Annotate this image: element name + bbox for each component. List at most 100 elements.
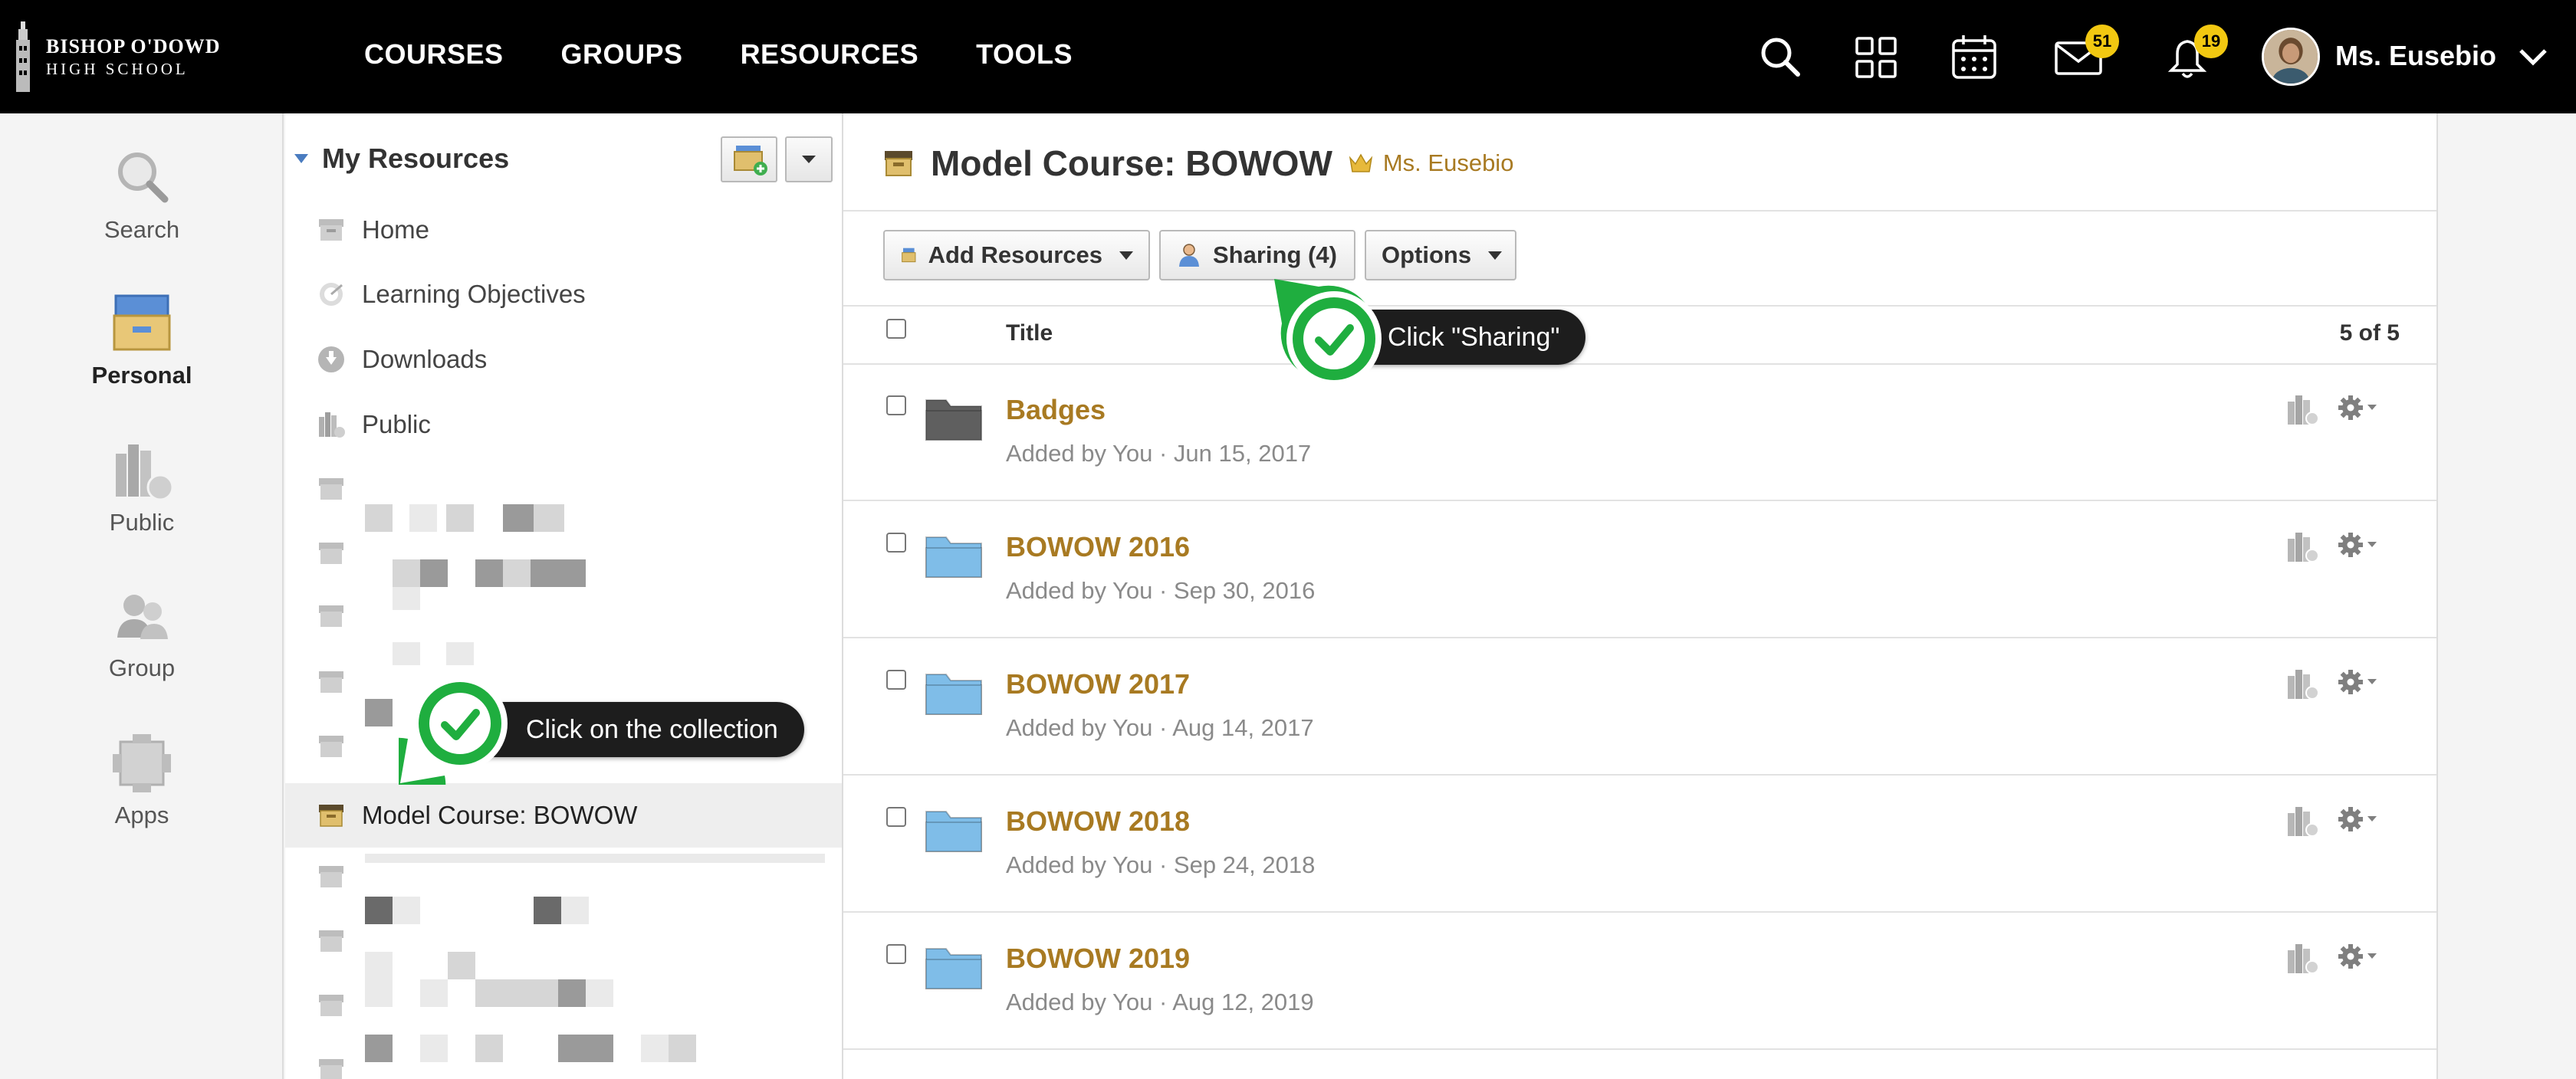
collection-box-icon — [319, 736, 343, 757]
row-title-link[interactable]: BOWOW 2016 — [1006, 531, 1190, 563]
my-resources-header[interactable]: My Resources — [294, 143, 509, 175]
options-label: Options — [1382, 241, 1472, 268]
nav-resources[interactable]: RESOURCES — [741, 38, 919, 71]
rail-search-label: Search — [104, 216, 180, 243]
apps-puzzle-icon — [113, 734, 171, 792]
rail-public[interactable]: Public — [0, 438, 284, 536]
public-library-icon[interactable] — [2285, 392, 2320, 428]
row-checkbox[interactable] — [886, 807, 906, 827]
right-gutter — [2438, 113, 2576, 1079]
user-share-icon — [1179, 244, 1199, 267]
collapse-triangle-icon — [294, 154, 308, 163]
callout-collection-text: Click on the collection — [526, 715, 778, 744]
collection-box-icon — [319, 605, 343, 627]
resource-item-learning-objectives[interactable]: Learning Objectives — [316, 271, 586, 317]
nav-tools[interactable]: TOOLS — [976, 38, 1073, 71]
notifications-bell-icon[interactable]: 19 — [2160, 25, 2228, 84]
gear-icon[interactable] — [2337, 667, 2383, 697]
collection-detail: Model Course: BOWOW Ms. Eusebio Add Reso… — [843, 113, 2438, 1079]
rail-apps[interactable]: Apps — [0, 731, 284, 829]
resource-item-model-course[interactable]: Model Course: BOWOW — [316, 792, 637, 838]
sharing-label: Sharing (4) — [1213, 241, 1337, 268]
crown-icon — [1349, 153, 1373, 172]
collection-menu-dropdown[interactable] — [785, 136, 833, 182]
collection-box-icon — [319, 805, 343, 827]
row-title-link[interactable]: BOWOW 2017 — [1006, 668, 1190, 700]
rail-group-label: Group — [108, 654, 176, 681]
row-checkbox[interactable] — [886, 395, 906, 415]
row-meta: Added by You · Aug 14, 2017 — [1006, 714, 1314, 741]
row-checkbox[interactable] — [886, 533, 906, 553]
my-resources-title: My Resources — [322, 143, 510, 174]
rail-search[interactable]: Search — [0, 146, 284, 244]
callout-sharing-text: Click "Sharing" — [1388, 323, 1560, 352]
collection-box-icon — [902, 248, 916, 263]
row-title-link[interactable]: BOWOW 2019 — [1006, 943, 1190, 975]
gear-icon[interactable] — [2337, 804, 2383, 835]
row-title-link[interactable]: BOWOW 2018 — [1006, 805, 1190, 838]
resource-item-label: Model Course: BOWOW — [362, 801, 638, 829]
public-library-icon — [116, 444, 174, 501]
resource-item-label: Downloads — [362, 345, 488, 373]
collection-box-icon — [885, 151, 912, 176]
folder-icon — [925, 948, 982, 989]
avatar[interactable] — [2262, 28, 2320, 86]
top-bar: BISHOP O'DOWD HIGH SCHOOL COURSES GROUPS… — [0, 0, 2576, 113]
row-checkbox[interactable] — [886, 670, 906, 690]
gear-icon[interactable] — [2337, 530, 2383, 560]
item-count: 5 of 5 — [2339, 320, 2400, 346]
table-row[interactable]: BOWOW 2018 Added by You · Sep 24, 2018 — [843, 776, 2436, 913]
add-collection-icon — [734, 146, 767, 175]
notifications-badge: 19 — [2194, 25, 2228, 58]
resource-item-public[interactable]: Public — [316, 402, 431, 448]
rail-group[interactable]: Group — [0, 584, 284, 682]
nav-courses[interactable]: COURSES — [364, 38, 504, 71]
group-people-icon — [117, 595, 168, 639]
gear-icon[interactable] — [2337, 941, 2383, 972]
nav-groups[interactable]: GROUPS — [561, 38, 683, 71]
page-title: Model Course: BOWOW — [931, 143, 1332, 183]
row-title-link[interactable]: Badges — [1006, 394, 1106, 426]
resource-item-home[interactable]: Home — [316, 207, 429, 253]
chevron-down-icon[interactable] — [2515, 38, 2551, 75]
table-row[interactable]: BOWOW 2019 Added by You · Aug 12, 2019 — [843, 913, 2436, 1050]
checkmark-marker-icon — [1274, 279, 1382, 386]
collection-header: Model Course: BOWOW Ms. Eusebio — [882, 143, 1513, 184]
resource-item-label: Public — [362, 410, 431, 438]
public-library-icon[interactable] — [2285, 667, 2320, 702]
rail-personal[interactable]: Personal — [0, 291, 284, 389]
magnifier-icon — [118, 153, 169, 203]
left-rail: Search Personal Public Group Apps — [0, 113, 284, 1079]
public-library-icon[interactable] — [2285, 804, 2320, 839]
divider — [843, 210, 2436, 212]
owner-link[interactable]: Ms. Eusebio — [1383, 149, 1514, 177]
row-meta: Added by You · Sep 30, 2016 — [1006, 577, 1316, 604]
collection-box-icon — [319, 219, 343, 241]
column-header-title[interactable]: Title — [1006, 320, 1053, 346]
download-icon — [318, 346, 344, 372]
apps-grid-icon[interactable] — [1849, 31, 1903, 84]
search-icon[interactable] — [1754, 31, 1808, 84]
row-checkbox[interactable] — [886, 944, 906, 964]
table-row[interactable]: Badges Added by You · Jun 15, 2017 — [843, 365, 2436, 501]
gear-icon[interactable] — [2337, 392, 2383, 423]
select-all-checkbox[interactable] — [886, 319, 906, 339]
calendar-icon[interactable] — [1947, 31, 2001, 84]
add-collection-button[interactable] — [721, 136, 777, 182]
table-row[interactable]: BOWOW 2016 Added by You · Sep 30, 2016 — [843, 502, 2436, 638]
user-name[interactable]: Ms. Eusebio — [2335, 40, 2496, 72]
options-button[interactable]: Options — [1365, 230, 1516, 280]
folder-icon — [925, 811, 982, 852]
sharing-button[interactable]: Sharing (4) — [1159, 230, 1355, 280]
table-row[interactable]: BOWOW 2017 Added by You · Aug 14, 2017 — [843, 639, 2436, 776]
school-logo[interactable]: BISHOP O'DOWD HIGH SCHOOL — [14, 21, 228, 92]
add-resources-label: Add Resources — [928, 241, 1102, 268]
resource-item-downloads[interactable]: Downloads — [316, 336, 487, 382]
school-name-line1: BISHOP O'DOWD — [46, 35, 221, 57]
messages-icon[interactable]: 51 — [2052, 25, 2119, 84]
add-resources-button[interactable]: Add Resources — [883, 230, 1150, 280]
public-library-icon[interactable] — [2285, 941, 2320, 976]
caret-down-icon — [1119, 251, 1133, 260]
rail-apps-label: Apps — [114, 802, 169, 828]
public-library-icon[interactable] — [2285, 530, 2320, 565]
